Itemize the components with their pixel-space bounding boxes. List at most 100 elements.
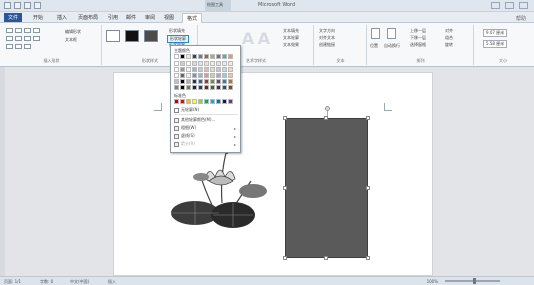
theme-shade-swatch[interactable] xyxy=(222,79,227,84)
zoom-slider-knob[interactable] xyxy=(473,278,476,284)
shape-preset-icon[interactable] xyxy=(6,36,13,41)
insert-mode[interactable]: 插入 xyxy=(108,279,116,285)
theme-shade-swatch[interactable] xyxy=(186,61,191,66)
theme-shade-swatch[interactable] xyxy=(198,61,203,66)
shape-fill-button[interactable]: 形状填充 xyxy=(169,28,185,34)
theme-shade-swatch[interactable] xyxy=(216,73,221,78)
position-icon[interactable] xyxy=(371,28,380,39)
shape-preset-icon[interactable] xyxy=(15,28,22,33)
group-button[interactable]: 组合 xyxy=(445,35,453,41)
theme-shade-swatch[interactable] xyxy=(216,67,221,72)
theme-color-swatch[interactable] xyxy=(222,54,227,59)
theme-shade-swatch[interactable] xyxy=(204,79,209,84)
tab-insert[interactable]: 插入 xyxy=(57,14,67,21)
shape-preset-icon[interactable] xyxy=(6,28,13,33)
resize-handle-tc[interactable] xyxy=(324,116,328,120)
theme-shade-swatch[interactable] xyxy=(228,67,233,72)
wrap-text-icon[interactable] xyxy=(387,28,396,39)
standard-color-swatch[interactable] xyxy=(204,99,209,104)
bring-forward-button[interactable]: 上移一层 xyxy=(410,28,426,34)
selected-rectangle-shape[interactable] xyxy=(285,118,368,258)
no-outline-item[interactable]: 无轮廓(N) xyxy=(174,107,238,113)
theme-shade-swatch[interactable] xyxy=(216,61,221,66)
tab-home[interactable]: 开始 xyxy=(33,14,43,21)
wordart-preset[interactable]: A xyxy=(241,30,255,48)
text-fill-button[interactable]: 文本填充 xyxy=(283,28,299,34)
theme-shade-swatch[interactable] xyxy=(174,73,179,78)
standard-color-swatch[interactable] xyxy=(222,99,227,104)
quick-access-toolbar[interactable] xyxy=(4,2,41,9)
standard-color-swatch[interactable] xyxy=(198,99,203,104)
tab-page-layout[interactable]: 页面布局 xyxy=(78,14,98,21)
theme-shade-swatch[interactable] xyxy=(198,85,203,90)
dashes-item[interactable]: 虚线(S) ▸ xyxy=(174,133,238,139)
style-black-preset[interactable] xyxy=(125,30,139,42)
theme-shade-swatch[interactable] xyxy=(198,73,203,78)
maximize-icon[interactable] xyxy=(505,2,514,9)
theme-shade-swatch[interactable] xyxy=(180,67,185,72)
shape-preset-icon[interactable] xyxy=(33,28,40,33)
theme-shade-swatch[interactable] xyxy=(210,85,215,90)
wrap-text-button[interactable]: 自动换行 xyxy=(384,43,400,49)
weight-item[interactable]: 粗细(W) ▸ xyxy=(174,125,238,131)
resize-handle-br[interactable] xyxy=(366,256,370,260)
resize-handle-bc[interactable] xyxy=(324,256,328,260)
rotation-handle[interactable] xyxy=(325,106,330,111)
theme-shade-swatch[interactable] xyxy=(174,79,179,84)
resize-handle-ml[interactable] xyxy=(283,186,287,190)
theme-shade-swatch[interactable] xyxy=(198,67,203,72)
window-controls[interactable] xyxy=(491,2,528,9)
save-icon[interactable] xyxy=(14,2,21,9)
theme-color-swatch[interactable] xyxy=(186,54,191,59)
style-gray-preset[interactable] xyxy=(144,30,158,42)
theme-shade-swatch[interactable] xyxy=(216,85,221,90)
more-colors-item[interactable]: 其他轮廓颜色(M)... xyxy=(174,117,238,123)
theme-shade-swatch[interactable] xyxy=(174,85,179,90)
theme-shade-swatch[interactable] xyxy=(210,61,215,66)
shape-preset-icon[interactable] xyxy=(15,36,22,41)
shape-preset-icon[interactable] xyxy=(33,36,40,41)
position-button[interactable]: 位置 xyxy=(370,43,378,49)
shape-preset-icon[interactable] xyxy=(24,36,31,41)
zoom-level[interactable]: 100% xyxy=(427,279,438,284)
theme-shade-swatch[interactable] xyxy=(228,61,233,66)
theme-shade-swatch[interactable] xyxy=(192,85,197,90)
theme-shade-swatch[interactable] xyxy=(186,73,191,78)
tab-view[interactable]: 视图 xyxy=(164,14,174,21)
shape-preset-icon[interactable] xyxy=(24,28,31,33)
create-link-button[interactable]: 创建链接 xyxy=(319,42,335,48)
theme-shade-swatch[interactable] xyxy=(210,73,215,78)
redo-icon[interactable] xyxy=(34,2,41,9)
text-outline-button[interactable]: 文本轮廓 xyxy=(283,35,299,41)
theme-shade-swatch[interactable] xyxy=(222,85,227,90)
resize-handle-mr[interactable] xyxy=(366,186,370,190)
resize-handle-tl[interactable] xyxy=(283,116,287,120)
edit-shape-button[interactable]: 编辑形状 xyxy=(65,29,81,35)
help-icon[interactable]: 帮助 xyxy=(516,15,526,22)
theme-shade-swatch[interactable] xyxy=(174,61,179,66)
theme-shade-swatch[interactable] xyxy=(204,61,209,66)
standard-color-swatch[interactable] xyxy=(180,99,185,104)
standard-color-swatch[interactable] xyxy=(210,99,215,104)
theme-shade-swatch[interactable] xyxy=(180,79,185,84)
theme-shade-swatch[interactable] xyxy=(180,73,185,78)
theme-shade-swatch[interactable] xyxy=(210,79,215,84)
theme-shade-swatch[interactable] xyxy=(228,73,233,78)
theme-shade-swatch[interactable] xyxy=(222,61,227,66)
theme-shade-swatch[interactable] xyxy=(204,73,209,78)
tab-mailings[interactable]: 邮件 xyxy=(126,14,136,21)
theme-shade-swatch[interactable] xyxy=(204,67,209,72)
tab-references[interactable]: 引用 xyxy=(108,14,118,21)
theme-shade-swatch[interactable] xyxy=(192,61,197,66)
theme-color-swatch[interactable] xyxy=(210,54,215,59)
tab-file[interactable]: 文件 xyxy=(4,13,23,22)
theme-shade-swatch[interactable] xyxy=(180,61,185,66)
theme-shade-swatch[interactable] xyxy=(204,85,209,90)
theme-shade-swatch[interactable] xyxy=(228,79,233,84)
shape-preset-icon[interactable] xyxy=(24,44,31,49)
wordart-preset[interactable]: A xyxy=(257,30,271,48)
selection-pane-button[interactable]: 选择窗格 xyxy=(410,42,426,48)
theme-shade-swatch[interactable] xyxy=(180,85,185,90)
resize-handle-bl[interactable] xyxy=(283,256,287,260)
theme-shade-swatch[interactable] xyxy=(174,67,179,72)
